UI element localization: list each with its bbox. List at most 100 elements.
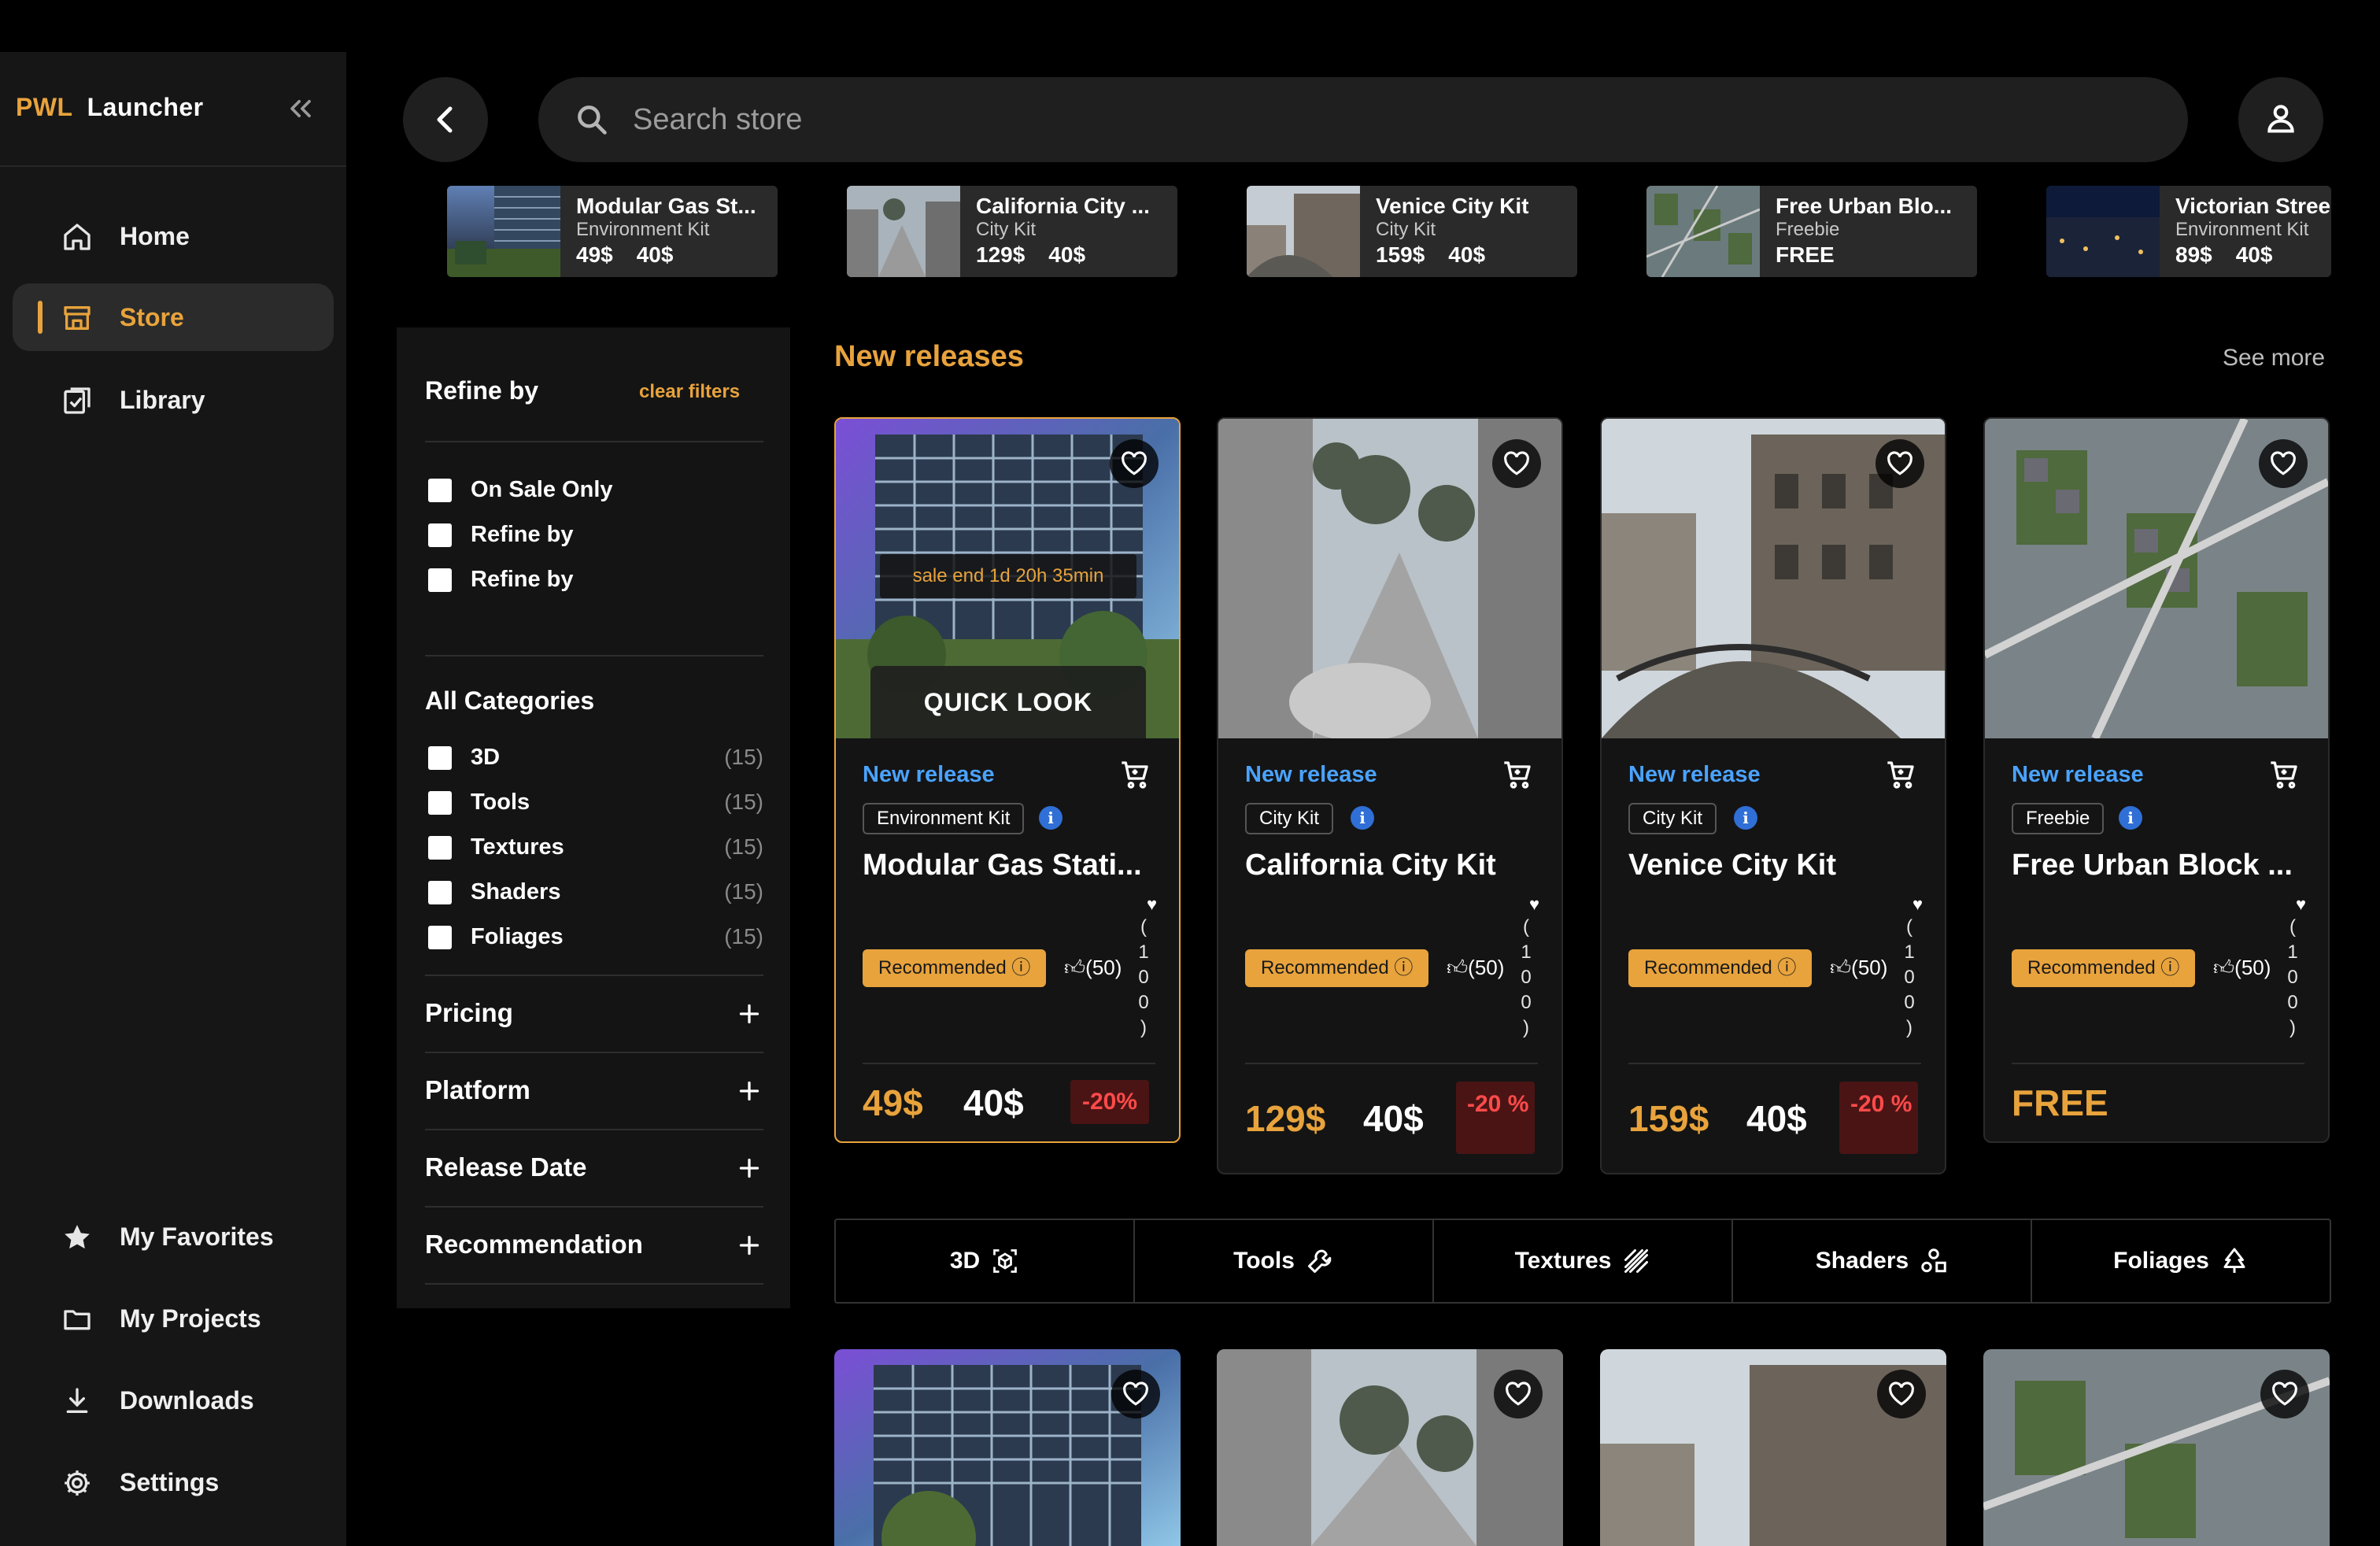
favorite-button[interactable]	[2259, 439, 2308, 488]
filter-section-platform[interactable]: Platform	[425, 1053, 763, 1130]
sidebar-item-home[interactable]: Home	[13, 202, 334, 270]
favorite-button[interactable]	[1111, 1370, 1160, 1418]
see-more-link[interactable]: See more	[2223, 345, 2325, 372]
new-release-badge: New release	[2012, 762, 2144, 787]
search-input[interactable]	[633, 94, 2128, 145]
sidebar-item-label: Downloads	[120, 1385, 254, 1415]
category-count: (15)	[724, 924, 763, 949]
category-filter-3d[interactable]: 3D (15)	[425, 742, 763, 773]
download-icon	[66, 1388, 88, 1413]
sidebar-item-my-favorites[interactable]: My Favorites	[13, 1203, 334, 1270]
plus-icon[interactable]	[735, 1154, 763, 1182]
checkbox-label: Refine by	[471, 567, 574, 592]
heart-icon	[1889, 1381, 1914, 1406]
product-card[interactable]: sale end 1d 20h 35min QUICK LOOK New rel…	[834, 417, 1181, 1143]
section-label: Pricing	[425, 998, 513, 1027]
filter-refine[interactable]: Refine by	[425, 564, 763, 595]
product-card[interactable]: New release City Kit i California City K…	[1217, 417, 1563, 1174]
featured-item[interactable]: Victorian Stree Environment Kit 89$ 40$	[2046, 186, 2331, 277]
checkbox[interactable]	[428, 926, 452, 949]
heart-icon	[1887, 451, 1913, 475]
cart-icon[interactable]	[2268, 759, 2300, 790]
discount-badge: -20 %	[1456, 1082, 1535, 1154]
checkbox-label: On Sale Only	[471, 477, 613, 502]
favorite-button[interactable]	[1494, 1370, 1543, 1418]
category-filter-foliages[interactable]: Foliages (15)	[425, 921, 763, 952]
info-icon[interactable]: i	[1351, 806, 1374, 830]
plus-icon[interactable]	[735, 1077, 763, 1105]
featured-thumbnail	[447, 186, 560, 277]
checkbox[interactable]	[428, 568, 452, 592]
price-original: 49$	[863, 1082, 923, 1123]
checkbox[interactable]	[428, 791, 452, 815]
favorite-button[interactable]	[1492, 439, 1541, 488]
sidebar-item-store[interactable]: Store	[13, 283, 334, 351]
category-tab-textures[interactable]: Textures	[1434, 1220, 1733, 1302]
featured-item[interactable]: Venice City Kit City Kit 159$ 40$	[1247, 186, 1577, 277]
featured-item[interactable]: Free Urban Blo... Freebie FREE	[1646, 186, 1977, 277]
section-label: Release Date	[425, 1152, 587, 1182]
category-filter-tools[interactable]: Tools (15)	[425, 786, 763, 818]
sidebar-item-library[interactable]: Library	[13, 366, 334, 434]
sidebar-item-downloads[interactable]: Downloads	[13, 1367, 334, 1434]
cart-icon[interactable]	[1502, 759, 1533, 790]
product-card[interactable]	[1983, 1349, 2330, 1546]
product-card[interactable]	[834, 1349, 1181, 1546]
thumbs-up-icon: 👍︎	[1830, 956, 1852, 979]
filter-refine[interactable]: Refine by	[425, 519, 763, 550]
product-card[interactable]: New release City Kit i Venice City Kit ♥…	[1600, 417, 1946, 1174]
favorite-button[interactable]	[1876, 439, 1924, 488]
category-tab-tools[interactable]: Tools	[1135, 1220, 1434, 1302]
favorite-button[interactable]	[1110, 439, 1159, 488]
quick-look-button[interactable]: QUICK LOOK	[870, 666, 1146, 738]
category-tab-label: Tools	[1233, 1248, 1295, 1274]
back-button[interactable]	[403, 77, 488, 162]
info-icon[interactable]: i	[1734, 806, 1757, 830]
info-icon[interactable]: i	[1039, 806, 1062, 830]
info-icon[interactable]: i	[2119, 806, 2142, 830]
checkbox[interactable]	[428, 523, 452, 547]
filter-section-pricing[interactable]: Pricing	[425, 976, 763, 1053]
brand-logo-text: PWL	[16, 93, 73, 121]
clear-filters-link[interactable]: clear filters	[639, 381, 740, 403]
favorite-button[interactable]	[2260, 1370, 2309, 1418]
sidebar-item-my-projects[interactable]: My Projects	[13, 1285, 334, 1352]
product-card[interactable]	[1600, 1349, 1946, 1546]
filter-section-recommendation[interactable]: Recommendation	[425, 1208, 763, 1285]
plus-icon[interactable]	[735, 1231, 763, 1259]
sidebar-item-settings[interactable]: Settings	[13, 1448, 334, 1516]
product-card[interactable]: New release Freebie i Free Urban Block .…	[1983, 417, 2330, 1143]
search-bar[interactable]	[538, 77, 2188, 162]
checkbox[interactable]	[428, 746, 452, 770]
new-release-badge: New release	[1245, 762, 1377, 787]
product-card[interactable]	[1217, 1349, 1563, 1546]
cart-icon[interactable]	[1885, 759, 1916, 790]
category-chip: City Kit	[1245, 803, 1334, 834]
favorite-button[interactable]	[1877, 1370, 1926, 1418]
featured-category: City Kit	[1376, 219, 1436, 240]
category-filter-shaders[interactable]: Shaders (15)	[425, 876, 763, 908]
category-tab-foliages[interactable]: Foliages	[2032, 1220, 2330, 1302]
category-tab-3d[interactable]: 3D	[836, 1220, 1135, 1302]
checkbox-label: Foliages	[471, 924, 564, 949]
plus-icon[interactable]	[735, 1000, 763, 1028]
featured-item[interactable]: California City ... City Kit 129$ 40$	[847, 186, 1177, 277]
filter-section-release-date[interactable]: Release Date	[425, 1130, 763, 1208]
collapse-sidebar-icon[interactable]	[283, 91, 318, 126]
star-icon	[65, 1225, 90, 1249]
category-bar: 3D Tools Textures Shaders Foliages	[834, 1219, 2331, 1304]
filter-on-sale[interactable]: On Sale Only	[425, 474, 763, 505]
library-icon	[64, 387, 91, 414]
heart-icon	[2271, 451, 2296, 475]
category-filter-textures[interactable]: Textures (15)	[425, 831, 763, 863]
sidebar-item-label: My Favorites	[120, 1222, 274, 1251]
category-tab-shaders[interactable]: Shaders	[1733, 1220, 2032, 1302]
profile-button[interactable]	[2238, 77, 2323, 162]
heart-icon: ♥	[2295, 894, 2306, 914]
checkbox[interactable]	[428, 479, 452, 502]
recommended-badge: Recommended ⓘ	[1245, 949, 1429, 987]
checkbox[interactable]	[428, 881, 452, 904]
cart-icon[interactable]	[1119, 759, 1151, 790]
checkbox[interactable]	[428, 836, 452, 860]
featured-item[interactable]: Modular Gas St... Environment Kit 49$ 40$	[447, 186, 778, 277]
